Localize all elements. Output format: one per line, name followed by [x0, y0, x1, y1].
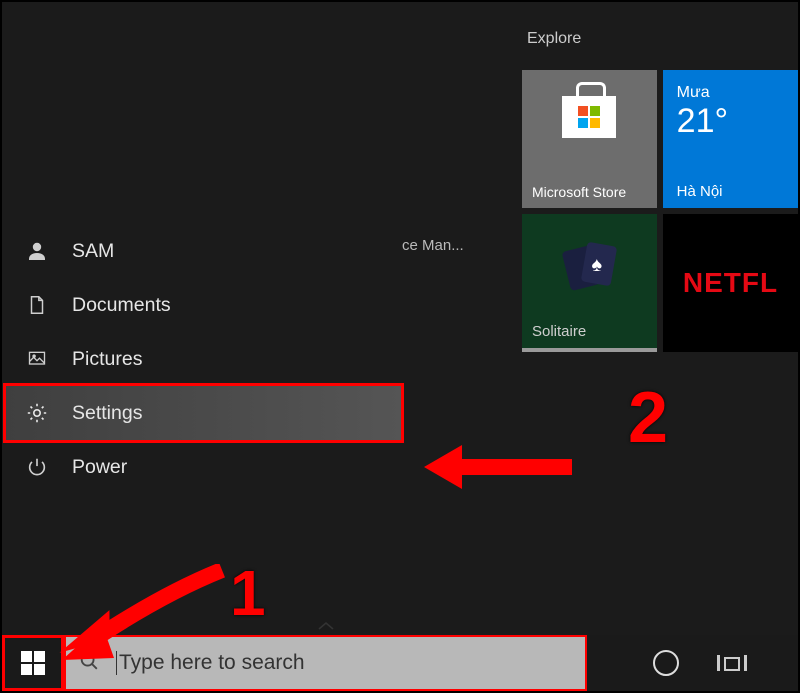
annotation-number-1: 1 [230, 556, 266, 630]
tile-label-solitaire: Solitaire [532, 323, 586, 340]
windows-logo-icon [21, 651, 45, 675]
rail-item-user[interactable]: SAM [6, 224, 401, 278]
cortana-button[interactable] [633, 635, 699, 691]
weather-condition: Mưa [677, 84, 710, 102]
document-icon [24, 292, 50, 318]
search-input[interactable] [116, 651, 573, 675]
weather-temperature: 21° [677, 104, 728, 138]
task-view-button[interactable] [699, 635, 765, 691]
annotation-arrow-2 [422, 397, 592, 507]
rail-item-power[interactable]: Power [6, 440, 401, 494]
tile-label-store: Microsoft Store [532, 184, 626, 200]
chevron-up-icon[interactable] [315, 619, 337, 637]
rail-item-documents[interactable]: Documents [6, 278, 401, 332]
rail-label-documents: Documents [72, 294, 171, 317]
cortana-ring-icon [653, 650, 679, 676]
rail-item-settings[interactable]: Settings [6, 386, 401, 440]
rail-label-settings: Settings [72, 402, 142, 425]
explore-heading: Explore [527, 30, 798, 48]
taskbar [2, 635, 798, 691]
gear-icon [24, 400, 50, 426]
power-icon [24, 454, 50, 480]
solitaire-cards-icon: ♠ [560, 244, 620, 290]
netflix-logo: NETFL [683, 267, 778, 299]
user-icon [24, 238, 50, 264]
task-view-icon [717, 655, 747, 671]
rail-label-user: SAM [72, 240, 114, 263]
rail-label-power: Power [72, 456, 127, 479]
weather-location: Hà Nội [677, 183, 723, 200]
tile-microsoft-store[interactable]: Microsoft Store [522, 70, 657, 208]
tile-netflix[interactable]: NETFL [663, 214, 798, 352]
annotation-number-2: 2 [628, 377, 668, 459]
start-button[interactable] [2, 635, 64, 691]
taskbar-search-box[interactable] [64, 635, 587, 691]
search-icon [78, 650, 100, 677]
tile-solitaire[interactable]: ♠ Solitaire [522, 214, 657, 352]
pictures-icon [24, 346, 50, 372]
truncated-app-label: ce Man... [402, 237, 464, 254]
store-bag-icon [562, 96, 616, 138]
tile-weather[interactable]: Mưa 21° Hà Nội [663, 70, 798, 208]
start-left-rail: SAM Documents Pictures Settings Power [6, 224, 401, 494]
rail-item-pictures[interactable]: Pictures [6, 332, 401, 386]
rail-label-pictures: Pictures [72, 348, 142, 371]
